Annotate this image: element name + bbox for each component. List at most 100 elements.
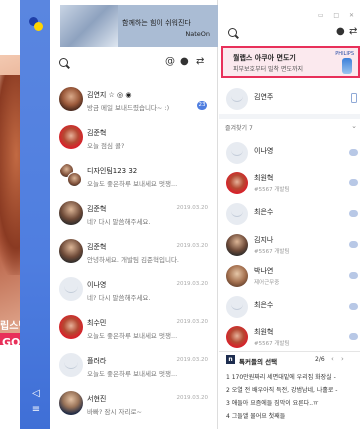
my-profile-row[interactable]: 김연주	[219, 84, 360, 114]
friend-search-icon[interactable]	[228, 28, 237, 37]
friend-name: 최은수	[254, 301, 274, 309]
chat-message: 네? 다시 말씀해주세요.	[87, 218, 151, 226]
friend-row[interactable]: 최원혁 #5567 개발팀	[219, 168, 360, 198]
news-item[interactable]: 2 오열 전 배우아직 득전, 강범남네, 나홀로 -	[226, 385, 360, 394]
new-chat-icon[interactable]: ●	[180, 56, 189, 67]
chat-bubble-icon[interactable]	[349, 333, 358, 340]
chat-bubble-icon[interactable]	[349, 210, 358, 217]
chat-name: 플러라	[87, 357, 107, 365]
divider	[219, 114, 360, 119]
chat-message: 방금 메일 보내드렸습니다~ :)	[87, 104, 170, 112]
avatar	[226, 296, 248, 318]
chevron-down-icon[interactable]: ⌄	[351, 122, 357, 130]
friend-name: 이나영	[254, 147, 274, 155]
ad-brand: PHILIPS	[335, 51, 354, 57]
chat-name: 서현진	[87, 395, 107, 403]
news-widget-header: n 톡커들의 선택 2/6 ‹ ›	[219, 351, 360, 367]
friend-name: 김연주	[254, 93, 274, 101]
news-title[interactable]: 톡커들의 선택	[239, 356, 277, 366]
chat-name: 김연지 ☆ ◎ ◉	[87, 91, 132, 99]
friend-sort-icon[interactable]: ⇄	[349, 26, 357, 37]
chat-message: 오늘 점심 콜?	[87, 142, 125, 150]
avatar	[226, 265, 248, 287]
friend-row[interactable]: 최은수	[219, 199, 360, 229]
window-controls[interactable]: ▭ □ ✕	[318, 12, 358, 19]
friend-row[interactable]: 김지나 #5567 개발팀	[219, 230, 360, 260]
chat-row[interactable]: 김준혁 오늘 점심 콜?	[50, 120, 218, 156]
chat-date: 2019.03.20	[176, 205, 209, 211]
add-friend-icon[interactable]: ●	[336, 26, 345, 37]
chat-message: 안녕하세요. 개발팀 김준혁입니다.	[87, 256, 179, 264]
avatar	[59, 87, 83, 111]
avatar	[226, 172, 248, 194]
filter-icon[interactable]: ⇄	[196, 56, 204, 67]
avatar	[59, 125, 83, 149]
mention-icon[interactable]: @	[165, 56, 175, 67]
chat-date: 2019.03.20	[176, 281, 209, 287]
friend-name: 박나연	[254, 267, 274, 275]
banner-title: 함께하는 힘이 쉬워진다	[122, 19, 191, 27]
avatar	[226, 326, 248, 348]
avatar	[59, 353, 83, 377]
friend-row[interactable]: 최원혁 #5567 개발팀	[219, 322, 360, 352]
chat-row[interactable]: 디자인팀123 32 오늘도 좋은하루 보내세요 멋쟁...	[50, 158, 218, 194]
chat-row[interactable]: 서현진 바빠? 잠시 자리로~ 2019.03.20	[50, 386, 218, 422]
friend-row[interactable]: 박나연 제어근무중	[219, 261, 360, 291]
chat-bubble-icon[interactable]	[349, 179, 358, 186]
chat-name: 디자인팀123 32	[87, 167, 138, 175]
friend-panel-ad[interactable]: 월랩스 아쿠아 면도기 피부보호부터 밀착 면도까지 PHILIPS	[221, 46, 360, 78]
ad-subline: 피부보호부터 밀착 면도까지	[233, 66, 304, 73]
avatar	[226, 234, 248, 256]
chat-row[interactable]: 김연지 ☆ ◎ ◉ 방금 메일 보내드렸습니다~ :) 23	[50, 82, 218, 118]
chat-date: 2019.03.20	[176, 243, 209, 249]
chat-bubble-icon[interactable]	[349, 303, 358, 310]
avatar	[226, 142, 248, 164]
chat-bubble-icon[interactable]	[349, 272, 358, 279]
chat-list-panel: 함께하는 힘이 쉬워진다 NateOn @ ● ⇄ 김연지 ☆ ◎ ◉ 방금 메…	[50, 0, 218, 429]
chat-message: 바빠? 잠시 자리로~	[87, 408, 142, 416]
chat-row[interactable]: 김준혁 안녕하세요. 개발팀 김준혁입니다. 2019.03.20	[50, 234, 218, 270]
app-sidebar: ◁ ≡	[20, 0, 50, 429]
avatar	[59, 315, 83, 339]
phone-icon[interactable]	[351, 93, 357, 103]
friend-row[interactable]: 이나영	[219, 138, 360, 168]
friend-name: 최원혁	[254, 328, 274, 336]
avatar	[59, 201, 83, 225]
nateon-logo-icon[interactable]	[29, 17, 43, 31]
chat-name: 김준혁	[87, 129, 107, 137]
news-item[interactable]: 4 그들앨 물어요 첫째들	[226, 411, 360, 420]
news-logo-icon: n	[226, 355, 235, 364]
chat-message: 오늘도 좋은하루 보내세요 멋쟁...	[87, 370, 178, 378]
chat-name: 최수민	[87, 319, 107, 327]
chat-date: 2019.03.20	[176, 319, 209, 325]
chat-bubble-icon[interactable]	[349, 149, 358, 156]
avatar	[59, 277, 83, 301]
next-arrow-icon[interactable]: ›	[341, 355, 344, 363]
menu-icon[interactable]: ≡	[30, 404, 42, 416]
friend-row[interactable]: 최은수	[219, 292, 360, 322]
chat-row[interactable]: 이나영 네? 다시 말씀해주세요. 2019.03.20	[50, 272, 218, 308]
friend-status: #5567 개발팀	[254, 341, 290, 347]
news-item[interactable]: 1 170만원짜리 세면대밑에 우리집 화장실 -	[226, 372, 360, 381]
favorites-group-label[interactable]: 즐겨찾기 7	[225, 123, 253, 132]
friend-status: 제어근무중	[254, 280, 280, 286]
banner-brand: NateOn	[185, 30, 210, 38]
friend-name: 최은수	[254, 208, 274, 216]
avatar	[226, 88, 248, 110]
friend-list-panel: ▭ □ ✕ ● ⇄ 월랩스 아쿠아 면도기 피부보호부터 밀착 면도까지 PHI…	[219, 0, 360, 429]
chat-row[interactable]: 김준혁 네? 다시 말씀해주세요. 2019.03.20	[50, 196, 218, 232]
avatar	[226, 203, 248, 225]
chat-message: 오늘도 좋은하루 보내세요 멋쟁...	[87, 180, 178, 188]
chat-message: 오늘도 좋은하루 보내세요 멋쟁...	[87, 332, 178, 340]
chat-row[interactable]: 최수민 오늘도 좋은하루 보내세요 멋쟁... 2019.03.20	[50, 310, 218, 346]
group-avatar	[59, 163, 83, 187]
chat-bubble-icon[interactable]	[349, 241, 358, 248]
promo-banner[interactable]: 함께하는 힘이 쉬워진다 NateOn	[60, 5, 218, 47]
prev-arrow-icon[interactable]: ‹	[331, 355, 334, 363]
news-item[interactable]: 3 애들아 요즘에들 짐막이 요른다..ㅠ	[226, 398, 360, 407]
chat-name: 이나영	[87, 281, 107, 289]
search-icon[interactable]	[59, 58, 68, 67]
speaker-icon[interactable]: ◁	[30, 388, 42, 400]
chat-row[interactable]: 플러라 오늘도 좋은하루 보내세요 멋쟁... 2019.03.20	[50, 348, 218, 384]
avatar	[59, 391, 83, 415]
